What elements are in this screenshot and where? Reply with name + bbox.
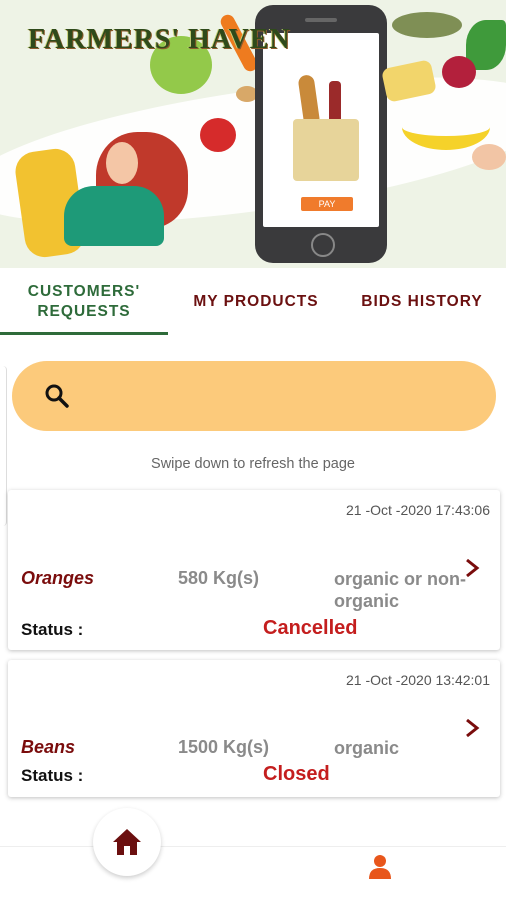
side-scroll-edge — [0, 366, 7, 526]
request-product: Oranges — [21, 568, 95, 588]
beet-illustration — [442, 56, 476, 88]
fish-illustration — [392, 12, 462, 38]
request-card[interactable]: 21 -Oct -2020 13:42:01 Beans 1500 Kg(s) … — [8, 660, 500, 797]
phone-speaker — [305, 18, 337, 22]
brand-logo: FARMERS' HAVEN — [28, 24, 291, 55]
refresh-hint: Swipe down to refresh the page — [151, 456, 355, 472]
status-badge: Closed — [263, 763, 330, 785]
status-label: Status : — [21, 620, 84, 639]
tab-bids-history[interactable]: BIDS HISTORY — [344, 268, 500, 336]
request-type: organic or non-organic — [334, 569, 466, 611]
pay-label: PAY — [301, 197, 353, 211]
request-quantity: 580 Kg(s) — [178, 568, 260, 588]
search-icon[interactable] — [44, 383, 70, 409]
tab-customers-requests[interactable]: CUSTOMERS' REQUESTS — [0, 268, 168, 336]
chevron-right-icon[interactable] — [464, 558, 480, 578]
header-banner: PAY FARMERS' HAVEN — [0, 0, 506, 268]
phone-home-button — [311, 233, 335, 257]
request-card[interactable]: 21 -Oct -2020 17:43:06 Oranges 580 Kg(s)… — [8, 490, 500, 650]
tab-my-products[interactable]: MY PRODUCTS — [176, 268, 336, 336]
phone-screen: PAY — [263, 33, 379, 227]
grocery-bag-illustration — [293, 119, 359, 181]
request-date: 21 -Oct -2020 17:43:06 — [346, 502, 490, 518]
request-type: organic — [334, 738, 400, 758]
request-quantity: 1500 Kg(s) — [178, 737, 270, 757]
status-label: Status : — [21, 766, 84, 785]
status-badge: Cancelled — [263, 617, 358, 639]
banana-illustration — [402, 104, 490, 150]
eggs-illustration — [472, 144, 506, 170]
bottom-nav — [0, 846, 506, 901]
home-icon — [113, 829, 141, 855]
request-product: Beans — [21, 737, 76, 757]
home-button[interactable] — [93, 808, 161, 876]
active-tab-indicator — [0, 332, 168, 335]
tab-bar: CUSTOMERS' REQUESTS MY PRODUCTS BIDS HIS… — [0, 268, 506, 336]
person-face-illustration — [106, 142, 138, 184]
chevron-right-icon[interactable] — [464, 718, 480, 738]
profile-icon[interactable] — [368, 854, 392, 880]
person-body-illustration — [64, 186, 164, 246]
apple-illustration — [200, 118, 236, 152]
search-bar[interactable] — [12, 361, 496, 431]
request-date: 21 -Oct -2020 13:42:01 — [346, 672, 490, 688]
